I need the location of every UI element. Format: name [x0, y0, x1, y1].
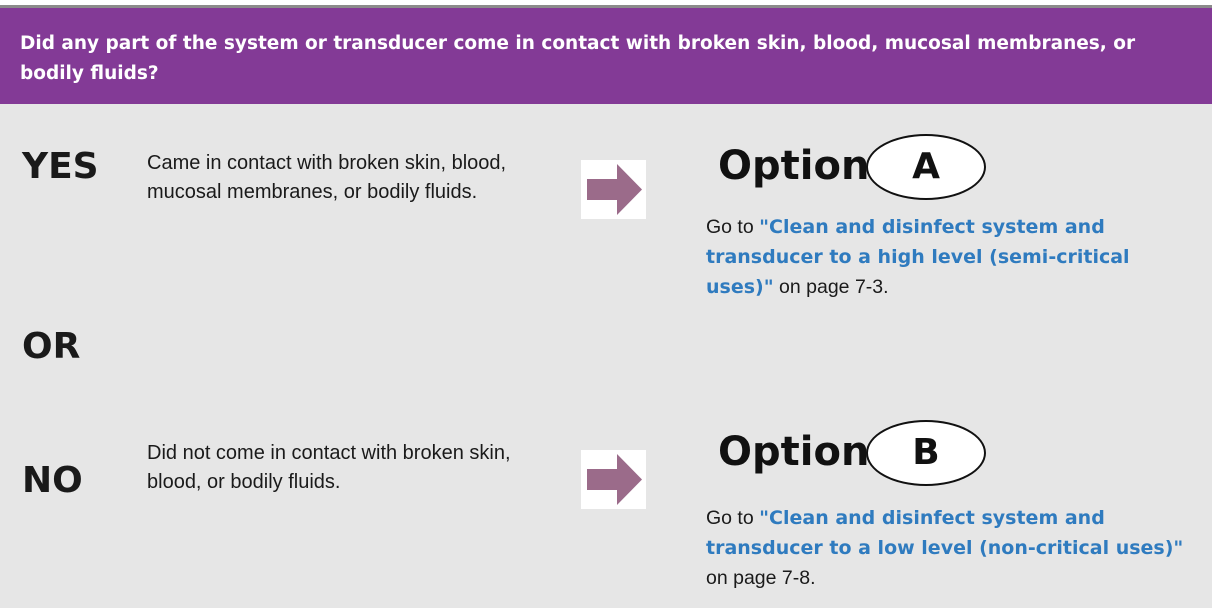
yes-description: Came in contact with broken skin, blood,… [147, 152, 507, 203]
option-a-link[interactable]: "Clean and disinfect system and transduc… [706, 216, 1130, 298]
question-header: Did any part of the system or transducer… [0, 8, 1212, 104]
option-a-instructions: Go to "Clean and disinfect system and tr… [706, 212, 1196, 302]
option-b-badge: B [866, 420, 986, 486]
no-row: NO Did not come in contact with broken s… [0, 388, 1212, 608]
or-row: OR [0, 322, 1212, 388]
option-b-word: Option [718, 429, 870, 475]
right-arrow-icon [581, 160, 646, 219]
no-label: NO [22, 460, 83, 501]
option-a-word: Option [718, 143, 870, 189]
option-b-instructions: Go to "Clean and disinfect system and tr… [706, 503, 1196, 593]
option-b-goto-prefix: Go to [706, 507, 760, 529]
no-description: Did not come in contact with broken skin… [147, 442, 511, 493]
yes-row: YES Came in contact with broken skin, bl… [0, 104, 1212, 322]
question-text: Did any part of the system or transducer… [20, 33, 1136, 84]
option-a-goto-prefix: Go to [706, 216, 760, 238]
yes-label: YES [22, 146, 99, 187]
right-arrow-icon [581, 450, 646, 509]
or-label: OR [22, 326, 81, 367]
option-a-goto-suffix: on page 7-3. [773, 276, 889, 298]
decision-flowchart: Did any part of the system or transducer… [0, 0, 1212, 608]
option-b-goto-suffix: on page 7-8. [706, 567, 816, 589]
options-panel: YES Came in contact with broken skin, bl… [0, 104, 1212, 608]
option-b-link[interactable]: "Clean and disinfect system and transduc… [706, 507, 1183, 559]
option-a-badge: A [866, 134, 986, 200]
